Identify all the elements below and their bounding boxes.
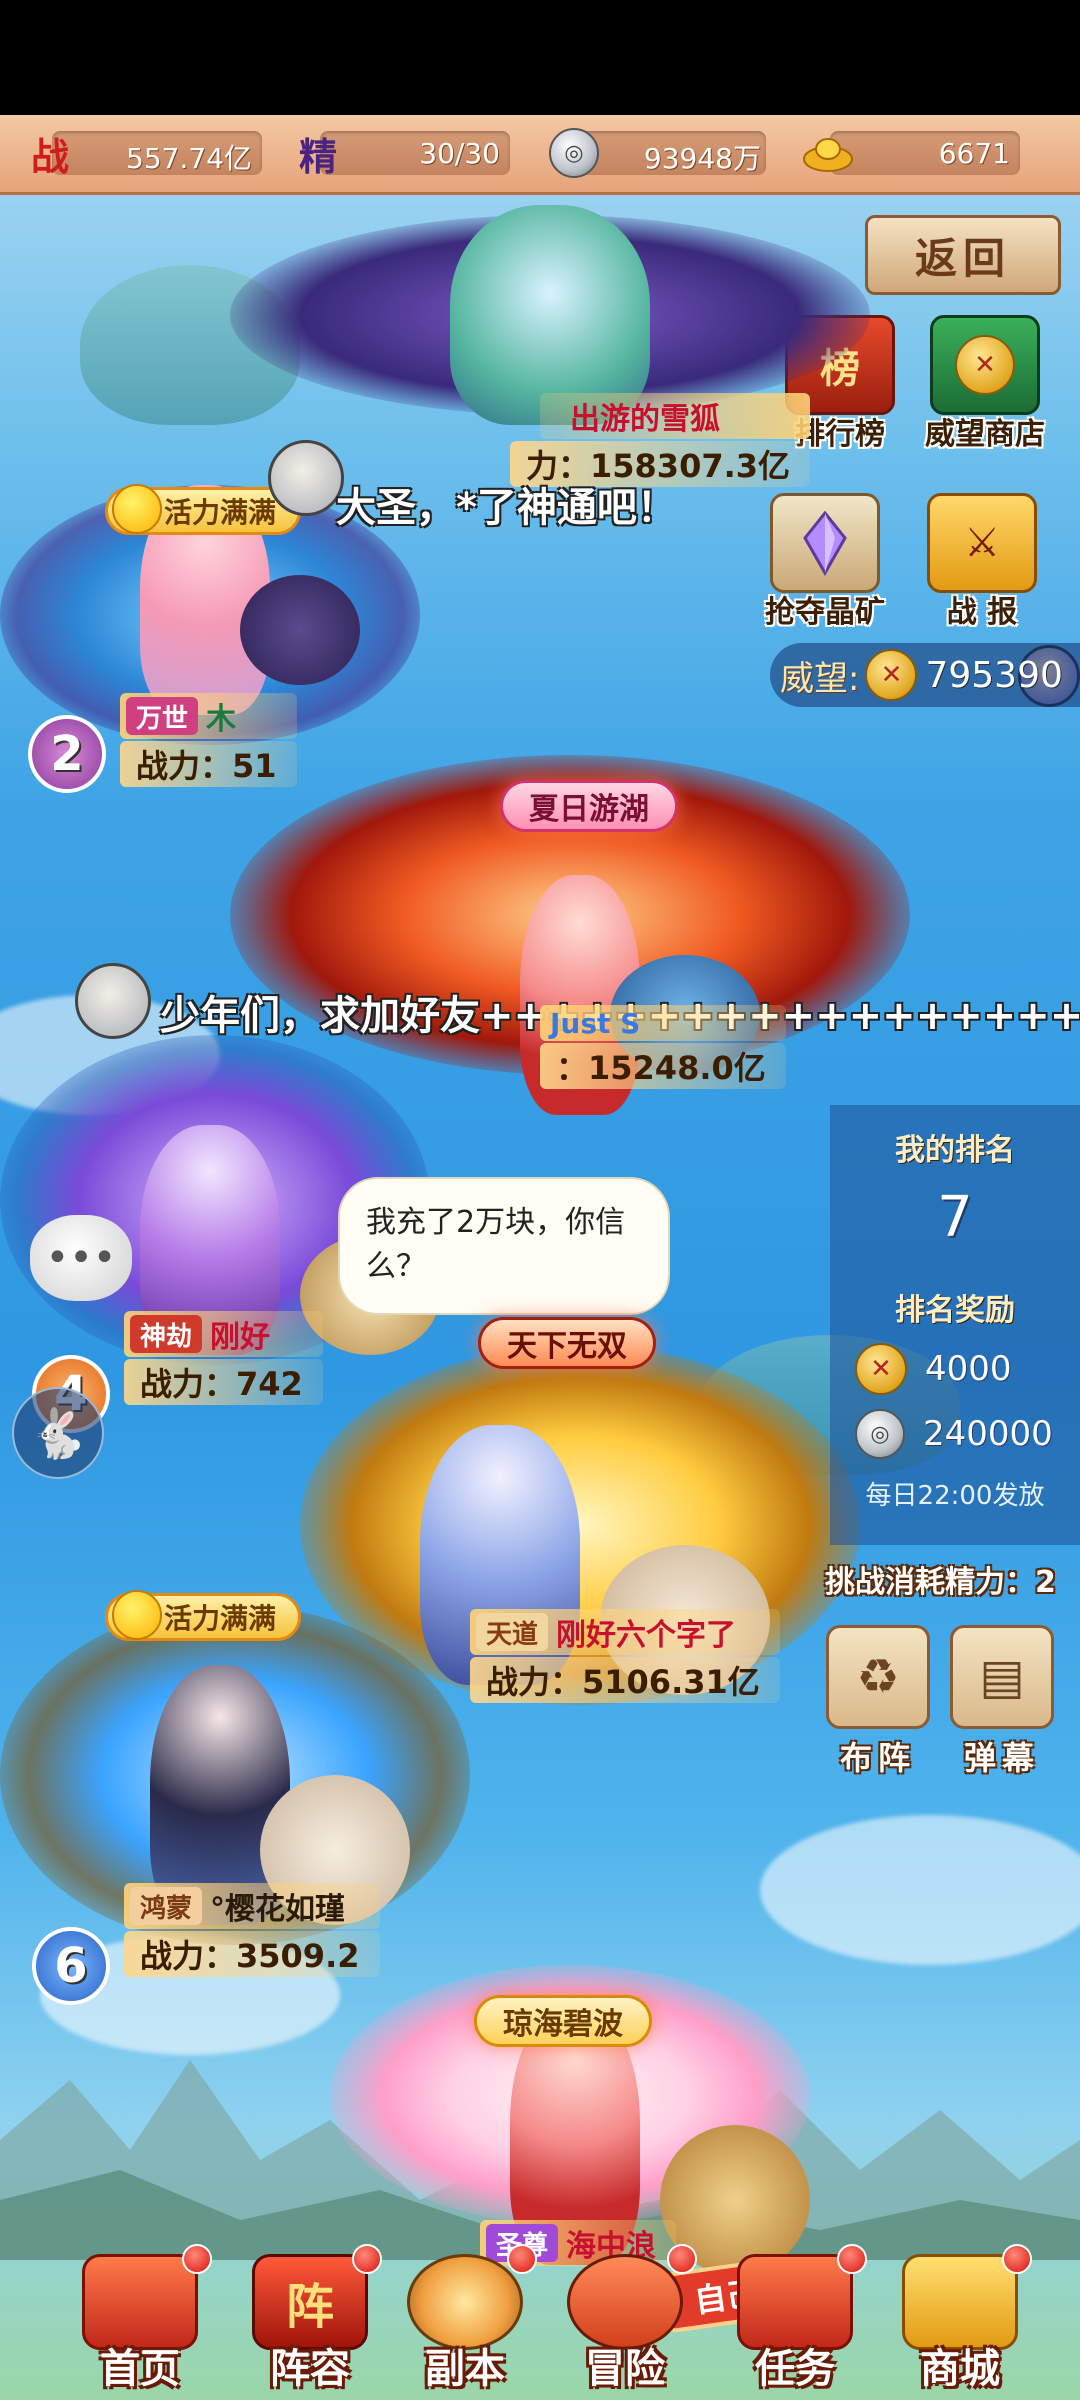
rank-6-tag: 鸿蒙 <box>130 1887 203 1925</box>
rank-6-name: °樱花如瑾 <box>210 1892 346 1927</box>
energy-resource: 精 30/30 <box>290 127 510 179</box>
nav-tasks[interactable]: 任务 <box>715 2244 875 2394</box>
notification-dot <box>667 2244 697 2274</box>
reward-time-note: 每日22:00发放 <box>865 1481 1045 1511</box>
rank-6-medal: 6 <box>32 1927 110 2005</box>
rank-2-tag: 万世 <box>126 697 199 735</box>
rank-5-info: 天道 刚好六个字了 战力：5106.31亿 <box>470 1609 780 1703</box>
my-rank-value: 7 <box>937 1185 973 1250</box>
reward-silver-row: ◎ 240000 <box>855 1409 1053 1459</box>
formation-button[interactable]: ♻ <box>826 1625 930 1729</box>
prestige-shop-label: 威望商店 <box>925 417 1045 452</box>
battle-report-button[interactable]: ⚔ 战 报 <box>912 493 1052 631</box>
my-rank-label: 我的排名 <box>895 1133 1015 1168</box>
game-screen: 战 557.74亿 精 30/30 ◎ 93948万 6671 返回 榜 排行榜… <box>0 115 1080 2400</box>
rank-5-tag: 天道 <box>476 1613 549 1651</box>
challenge-cost-text: 挑战消耗精力：2 <box>825 1565 1056 1600</box>
rank-4-tag: 神劫 <box>130 1315 203 1353</box>
battle-report-label: 战 报 <box>946 595 1018 630</box>
silver-resource: ◎ 93948万 <box>546 127 766 179</box>
rank-reward-label: 排名奖励 <box>895 1293 1015 1328</box>
rank-6-title: 活力满满 <box>164 1602 277 1635</box>
nav-store-label: 商城 <box>920 2346 1000 2392</box>
nav-home-label: 首页 <box>100 2346 180 2392</box>
crystal-mine-icon <box>770 493 880 593</box>
silver-coin-icon: ◎ <box>546 125 602 181</box>
notification-dot <box>1002 2244 1032 2274</box>
silver-value: 93948万 <box>643 142 761 175</box>
settings-rabbit-icon[interactable]: 🐇 <box>12 1387 104 1479</box>
status-bar <box>0 0 1080 115</box>
mine-raid-button[interactable]: 抢夺晶矿 <box>755 493 895 631</box>
combat-power-resource: 战 557.74亿 <box>22 127 262 179</box>
nav-dungeon-label: 副本 <box>425 2346 505 2392</box>
rank-4-power: 战力：742 <box>124 1359 323 1405</box>
energy-icon: 精 <box>298 133 337 179</box>
rank-7-title-badge: 琼海碧波 <box>474 1995 652 2047</box>
nav-lineup[interactable]: 阵 阵容 <box>230 2244 390 2394</box>
prestige-display: 威望: ✕ 795390 <box>770 643 1080 707</box>
rank-1-info: 出游的雪狐 力：158307.3亿 <box>510 393 811 487</box>
crossed-swords-icon: ⚔ <box>927 493 1037 593</box>
rank-5-title-badge: 天下无双 <box>478 1317 656 1369</box>
notification-dot <box>507 2244 537 2274</box>
rank-3-title-badge: 夏日游湖 <box>500 780 678 832</box>
nav-home[interactable]: 首页 <box>60 2244 220 2394</box>
notification-dot <box>352 2244 382 2274</box>
prestige-label: 威望: <box>780 658 860 699</box>
shop-icon: ✕ <box>930 315 1040 415</box>
recycle-arrows-icon: ♻ <box>856 1649 900 1705</box>
gold-ingot-icon <box>800 125 856 181</box>
prestige-shop-button[interactable]: ✕ 威望商店 <box>915 315 1055 453</box>
rank-5-name: 刚好六个字了 <box>556 1618 737 1653</box>
prestige-value: 795390 <box>925 654 1063 696</box>
silver-coin-icon: ◎ <box>855 1409 905 1459</box>
danmaku-button[interactable]: ▤ <box>950 1625 1054 1729</box>
rank-2-medal: 2 <box>28 715 106 793</box>
rank-5-power: 战力：5106.31亿 <box>470 1657 780 1703</box>
reward-prestige-value: 4000 <box>925 1349 1012 1389</box>
mine-raid-label: 抢夺晶矿 <box>765 595 885 630</box>
nav-lineup-label: 阵容 <box>270 2346 350 2392</box>
nav-adventure-label: 冒险 <box>585 2346 665 2392</box>
nav-dungeon[interactable]: 副本 <box>385 2244 545 2394</box>
prestige-coin-icon: ✕ <box>855 1343 907 1395</box>
chat-message-1: 大圣，*了神通吧！ <box>336 485 677 531</box>
smile-icon <box>112 484 162 534</box>
combat-power-value: 557.74亿 <box>126 142 252 175</box>
prestige-coin-icon: ✕ <box>865 649 918 701</box>
reward-silver-value: 240000 <box>923 1414 1053 1454</box>
nav-adventure[interactable]: 冒险 <box>545 2244 705 2394</box>
energy-value: 30/30 <box>419 137 500 170</box>
rank-4-info: 神劫 刚好 战力：742 <box>124 1311 323 1405</box>
back-button[interactable]: 返回 <box>865 215 1061 295</box>
nav-store[interactable]: 商城 <box>880 2244 1040 2394</box>
chat-cloud-icon[interactable]: ••• <box>30 1215 132 1301</box>
message-icon: ▤ <box>979 1649 1025 1705</box>
rank-4-name: 刚好 <box>210 1320 271 1355</box>
nav-tasks-label: 任务 <box>755 2346 835 2392</box>
gold-resource: 6671 <box>800 127 1020 179</box>
formation-label: 布阵 <box>839 1739 916 1777</box>
smile-icon <box>112 1590 162 1640</box>
resource-bar: 战 557.74亿 精 30/30 ◎ 93948万 6671 <box>0 115 1080 195</box>
rank-3-info: Just S ：15248.0亿 <box>540 1005 786 1089</box>
rank-1-name: 出游的雪狐 <box>570 402 720 437</box>
chat-bubble: 我充了2万块，你信么？ <box>338 1177 670 1315</box>
rank-2-title: 活力满满 <box>164 496 277 529</box>
reward-prestige-row: ✕ 4000 <box>855 1343 1012 1395</box>
gold-value: 6671 <box>938 137 1010 170</box>
rank-6-title-badge: 活力满满 <box>105 1590 302 1641</box>
danmaku-label: 弹幕 <box>963 1739 1040 1777</box>
rank-panel: 我的排名 7 排名奖励 ✕ 4000 ◎ 240000 每日22:00发放 <box>830 1105 1080 1545</box>
notification-dot <box>837 2244 867 2274</box>
bottom-navigation: 首页 阵 阵容 副本 冒险 任务 商城 <box>0 2244 1080 2400</box>
rank-3-power: ：15248.0亿 <box>540 1043 786 1089</box>
chat-avatar-1 <box>268 440 344 516</box>
notification-dot <box>182 2244 212 2274</box>
combat-power-icon: 战 <box>30 133 69 179</box>
rank-3-name: Just S <box>550 1006 641 1040</box>
